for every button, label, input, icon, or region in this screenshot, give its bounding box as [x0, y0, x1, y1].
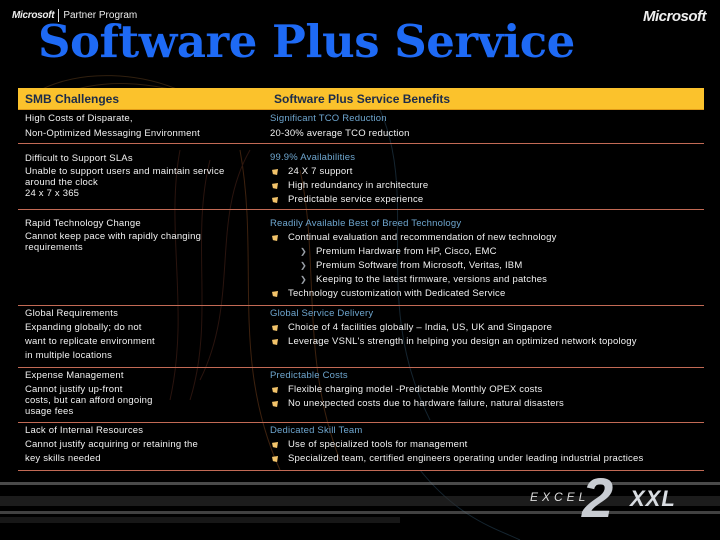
benefit-bullet: Specialized team, certified engineers op…: [270, 452, 700, 466]
challenge-title: Difficult to Support SLAs: [25, 153, 133, 164]
square-bullet-icon: [272, 401, 278, 407]
benefit-bullet: High redundancy in architecture: [270, 179, 700, 193]
benefit-bullet: Continual evaluation and recommendation …: [270, 231, 700, 245]
benefit-heading: Global Service Delivery: [270, 308, 374, 319]
benefit-bullet: Leverage VSNL's strength in helping you …: [270, 335, 700, 349]
benefit-heading: Predictable Costs: [270, 370, 348, 381]
benefit-sub-bullet: ❯ Premium Hardware from HP, Cisco, EMC: [300, 246, 497, 257]
square-bullet-icon: [272, 387, 278, 393]
challenge-cell: Lack of Internal Resources Cannot justif…: [25, 424, 255, 466]
challenge-title: High Costs of Disparate,: [25, 113, 133, 124]
table-row: Rapid Technology Change Cannot keep pace…: [18, 210, 704, 306]
challenge-title: Rapid Technology Change: [25, 218, 141, 229]
benefit-cell: Dedicated Skill Team Use of specialized …: [270, 424, 700, 466]
benefit-bullet: Choice of 4 facilities globally – India,…: [270, 321, 700, 335]
table-row: Lack of Internal Resources Cannot justif…: [18, 423, 704, 471]
comparison-table: High Costs of Disparate, Non-Optimized M…: [18, 111, 704, 471]
challenge-text: want to replicate environment: [25, 336, 155, 347]
slide-title: Software Plus Service: [38, 15, 575, 68]
table-row: High Costs of Disparate, Non-Optimized M…: [18, 111, 704, 144]
square-bullet-icon: [272, 442, 278, 448]
benefit-heading: Significant TCO Reduction: [270, 113, 387, 124]
challenge-cell: High Costs of Disparate, Non-Optimized M…: [25, 112, 255, 141]
challenge-text: Expanding globally; do not: [25, 322, 142, 333]
benefit-sub-bullet: ❯ Premium Software from Microsoft, Verita…: [300, 260, 523, 271]
benefit-bullet: Predictable service experience: [270, 193, 700, 207]
challenge-text: requirements: [25, 242, 83, 253]
square-bullet-icon: [272, 197, 278, 203]
square-bullet-icon: [272, 235, 278, 241]
benefit-heading: 99.9% Availabilities: [270, 152, 356, 163]
challenge-cell: Difficult to Support SLAs Unable to supp…: [25, 152, 255, 199]
challenge-cell: Global Requirements Expanding globally; …: [25, 307, 255, 363]
benefit-bullet: 24 X 7 support: [270, 165, 700, 179]
challenge-cell: Expense Management Cannot justify up-fro…: [25, 369, 255, 417]
benefit-bullet: Use of specialized tools for management: [270, 438, 700, 452]
challenge-text: around the clock: [25, 177, 98, 188]
challenge-text: costs, but can afford ongoing: [25, 395, 153, 406]
table-row: Global Requirements Expanding globally; …: [18, 306, 704, 368]
logo-number: 2: [582, 466, 614, 529]
square-bullet-icon: [272, 456, 278, 462]
challenge-text: usage fees: [25, 406, 74, 417]
challenge-text: key skills needed: [25, 453, 101, 464]
benefit-cell: Significant TCO Reduction 20-30% average…: [270, 112, 700, 141]
challenge-title: Expense Management: [25, 370, 124, 381]
table-row: Difficult to Support SLAs Unable to supp…: [18, 144, 704, 210]
challenge-text: Cannot justify acquiring or retaining th…: [25, 439, 198, 450]
challenge-title: Lack of Internal Resources: [25, 425, 144, 436]
square-bullet-icon: [272, 291, 278, 297]
benefit-cell: Predictable Costs Flexible charging mode…: [270, 369, 700, 411]
table-row: Expense Management Cannot justify up-fro…: [18, 368, 704, 423]
challenge-text: Non-Optimized Messaging Environment: [25, 128, 200, 139]
challenge-text: Cannot keep pace with rapidly changing: [25, 231, 202, 242]
benefit-bullet: Technology customization with Dedicated …: [270, 287, 700, 301]
logo-excel-text: EXCEL: [530, 490, 590, 504]
benefit-bullet: No unexpected costs due to hardware fail…: [270, 397, 700, 411]
benefit-heading: Readily Available Best of Breed Technolo…: [270, 218, 462, 229]
chevron-right-icon: ❯: [300, 261, 307, 270]
square-bullet-icon: [272, 325, 278, 331]
benefit-cell: 99.9% Availabilities 24 X 7 support High…: [270, 151, 700, 207]
challenge-title: Global Requirements: [25, 308, 119, 319]
logo-xxl-text: XXL: [630, 486, 676, 511]
square-bullet-icon: [272, 339, 278, 345]
chevron-right-icon: ❯: [300, 247, 307, 256]
table-header: SMB Challenges Software Plus Service Ben…: [18, 88, 704, 110]
benefit-bullet: Flexible charging model -Predictable Mon…: [270, 383, 700, 397]
square-bullet-icon: [272, 183, 278, 189]
challenge-text: in multiple locations: [25, 350, 113, 361]
benefit-heading: Dedicated Skill Team: [270, 425, 363, 436]
microsoft-corner-logo: Microsoft: [643, 8, 707, 25]
benefit-cell: Global Service Delivery Choice of 4 faci…: [270, 307, 700, 349]
benefit-text: 20-30% average TCO reduction: [270, 128, 410, 139]
challenge-cell: Rapid Technology Change Cannot keep pace…: [25, 217, 255, 253]
challenge-text: 24 x 7 x 365: [25, 188, 80, 199]
benefit-cell: Readily Available Best of Breed Technolo…: [270, 217, 700, 301]
benefit-sub-bullet: ❯ Keeping to the latest firmware, version…: [300, 274, 548, 285]
square-bullet-icon: [272, 169, 278, 175]
challenge-text: Cannot justify up-front: [25, 384, 123, 395]
header-smb-challenges: SMB Challenges: [25, 91, 120, 106]
challenge-text: Unable to support users and maintain ser…: [25, 166, 225, 177]
header-benefits: Software Plus Service Benefits: [274, 91, 451, 106]
chevron-right-icon: ❯: [300, 275, 307, 284]
